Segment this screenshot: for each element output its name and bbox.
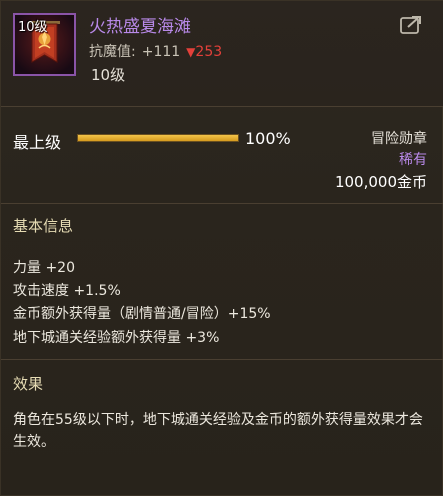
item-level-badge: 10级 (18, 20, 48, 35)
item-icon-frame[interactable]: 10级 (13, 13, 76, 76)
stat-row: 攻击速度 +1.5% (13, 283, 121, 299)
effect-title: 效果 (13, 375, 44, 393)
basic-info-title: 基本信息 (13, 217, 74, 235)
grade-progress-fill (78, 135, 238, 141)
stat-label: 抗魔值: (89, 44, 136, 60)
anti-magic-stat: 抗魔值: +111 ▼253 (89, 41, 222, 61)
item-level: 10级 (91, 66, 126, 84)
share-icon (400, 16, 421, 34)
stat-row: 地下城通关经验额外获得量 +3% (13, 330, 220, 346)
stat-down-value: 253 (195, 44, 223, 60)
item-name: 火热盛夏海滩 (89, 17, 191, 37)
effect-description: 角色在55级以下时，地下城通关经验及金币的额外获得量效果才会生效。 (13, 412, 423, 450)
stat-row: 金币额外获得量（剧情普通/冒险）+15% (13, 306, 271, 322)
item-rarity: 稀有 (399, 152, 427, 168)
item-type: 冒险勋章 (371, 131, 427, 147)
item-price: 100,000金币 (334, 173, 427, 191)
grade-label: 最上级 (13, 133, 62, 152)
item-header: 10级 火热盛夏海滩 抗魔值: +111 ▼253 10级 (1, 1, 443, 107)
divider (1, 359, 443, 360)
grade-progress-text: 100% (245, 129, 291, 148)
stat-row: 力量 +20 (13, 260, 75, 276)
item-tooltip-panel: 10级 火热盛夏海滩 抗魔值: +111 ▼253 10级 最上级 100% 冒险勋… (0, 0, 443, 496)
grade-progress-bar (77, 134, 239, 142)
divider (1, 203, 443, 204)
stat-plus-value: +111 (141, 44, 181, 60)
share-button[interactable] (400, 15, 422, 35)
